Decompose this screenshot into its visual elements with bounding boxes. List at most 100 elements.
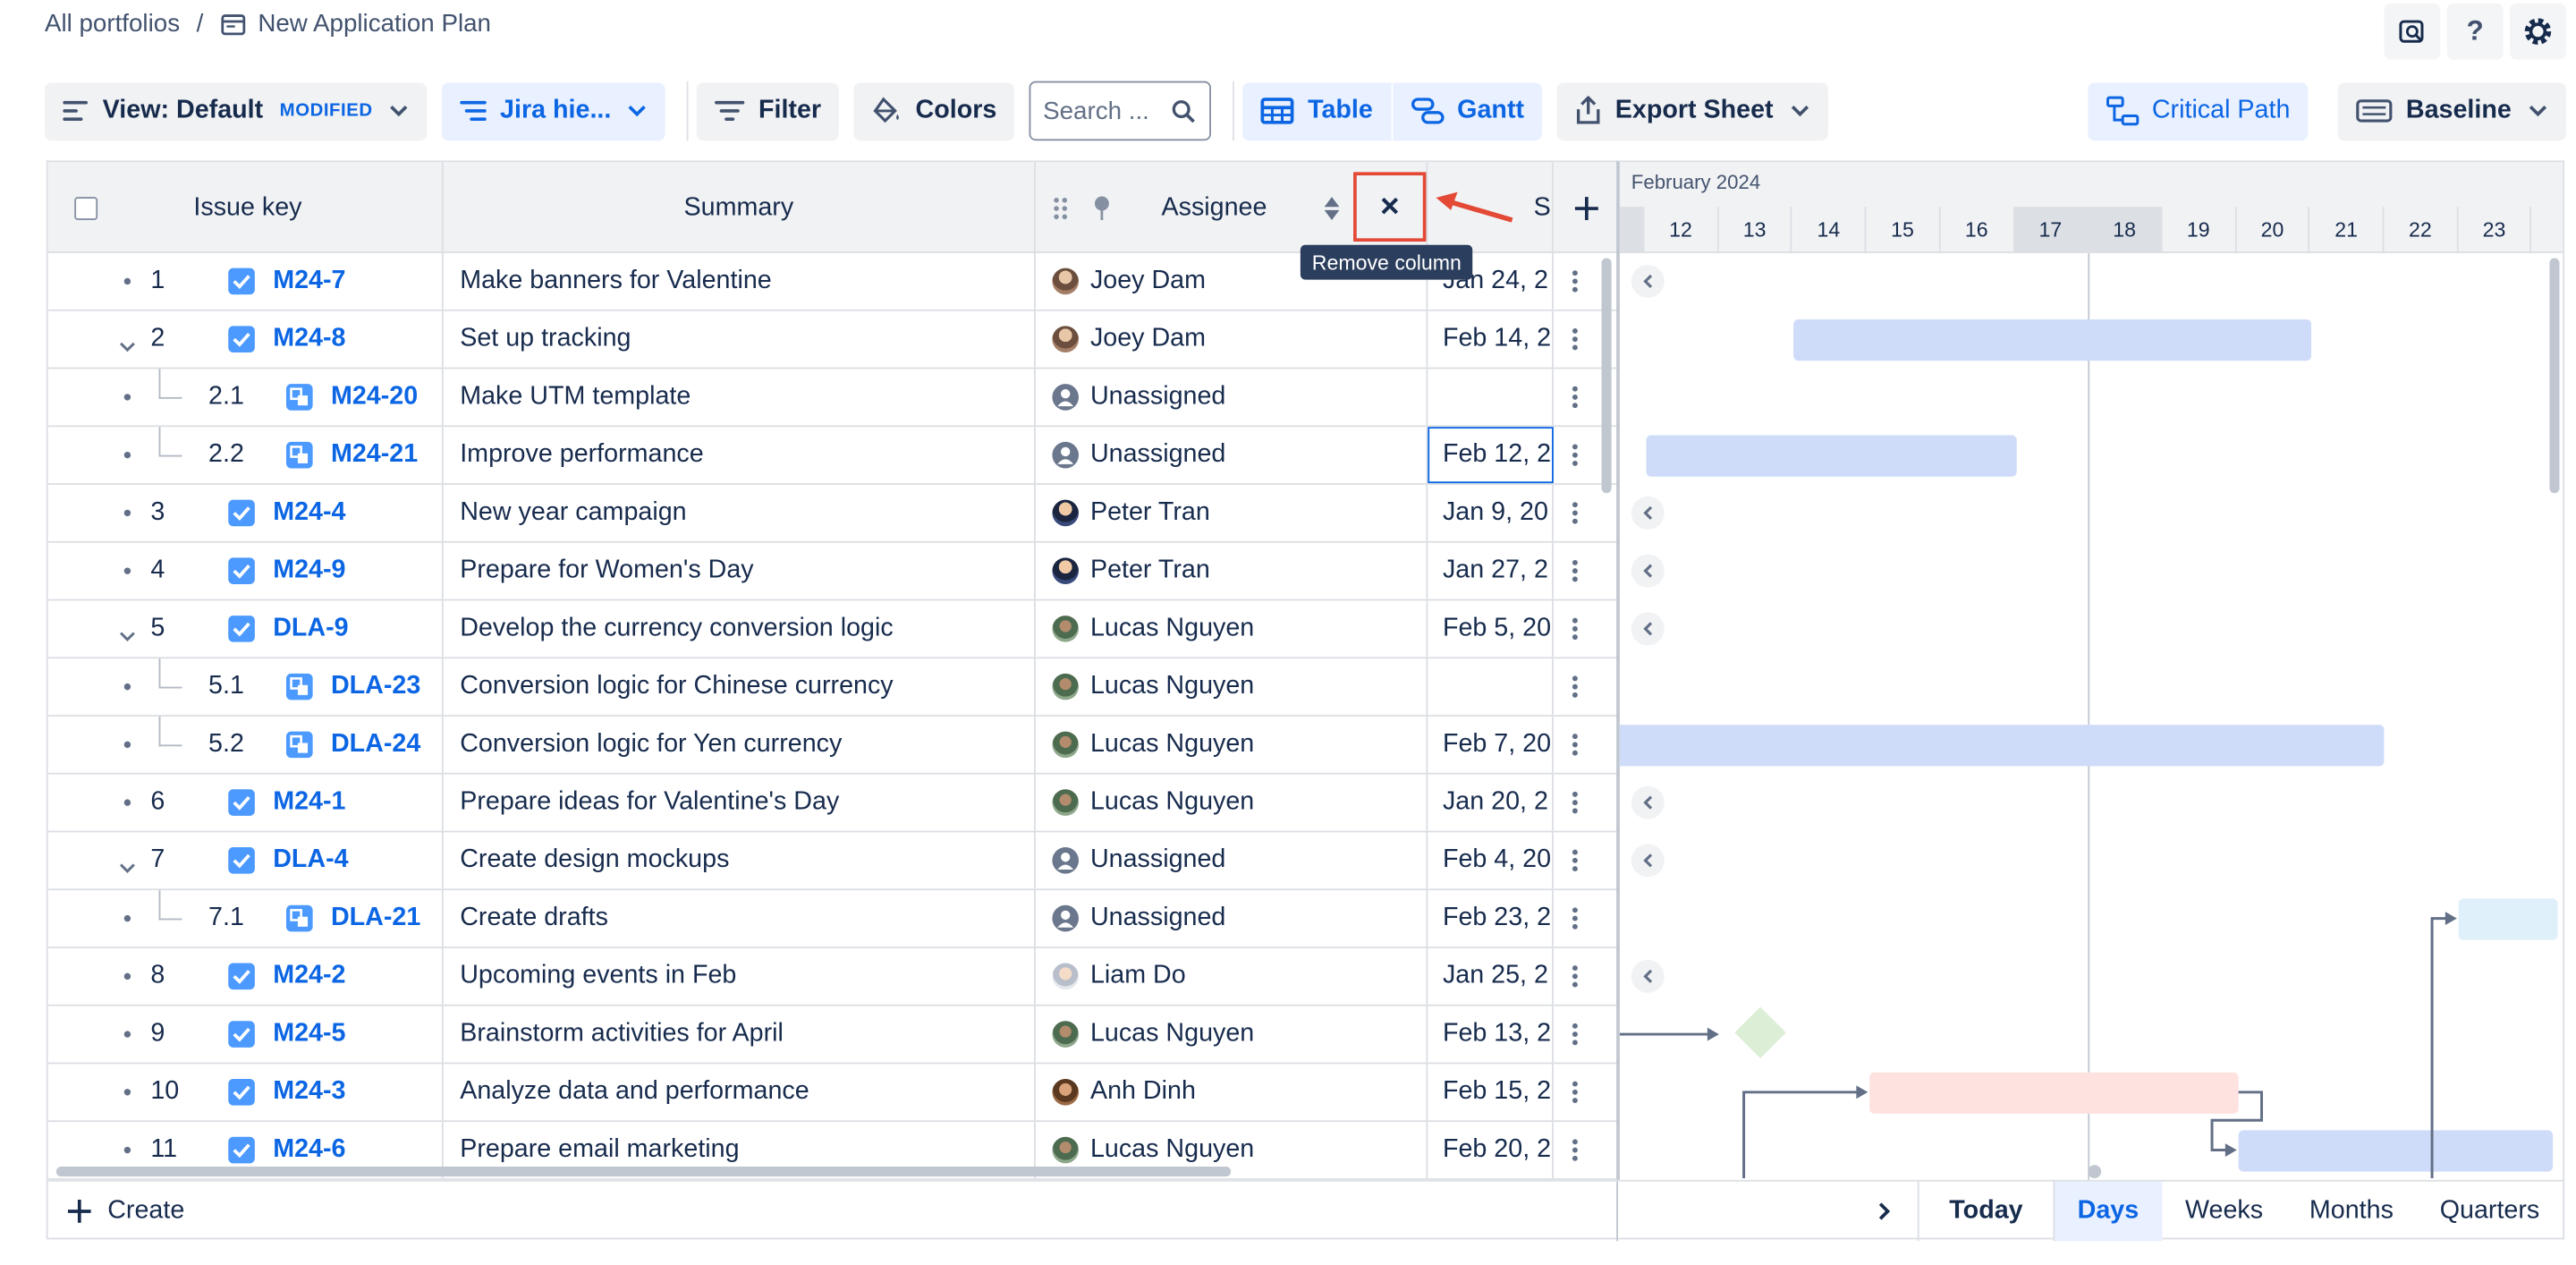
- assignee-cell[interactable]: Lucas Nguyen: [1036, 600, 1428, 658]
- start-date-cell[interactable]: Jan 27, 2: [1428, 542, 1554, 599]
- table-row[interactable]: 7 DLA-4 Create design mockups Unassigned Feb…: [47, 832, 1619, 891]
- issue-key-link[interactable]: DLA-21: [331, 904, 420, 933]
- issue-key-link[interactable]: DLA-4: [273, 845, 348, 875]
- row-menu-icon[interactable]: [1554, 775, 1597, 831]
- issue-key-link[interactable]: M24-21: [331, 440, 418, 470]
- row-menu-icon[interactable]: [1554, 1006, 1597, 1063]
- summary-cell[interactable]: Conversion logic for Chinese currency: [444, 658, 1036, 716]
- issue-key-link[interactable]: DLA-9: [273, 614, 348, 643]
- assignee-cell[interactable]: Liam Do: [1036, 947, 1428, 1005]
- summary-header[interactable]: Summary: [444, 162, 1036, 254]
- summary-cell[interactable]: Create drafts: [444, 890, 1036, 947]
- expand-chevron-icon[interactable]: [119, 622, 135, 642]
- row-menu-icon[interactable]: [1554, 311, 1597, 368]
- start-date-cell[interactable]: Feb 13, 2: [1428, 1006, 1554, 1063]
- export-sheet-button[interactable]: Export Sheet: [1557, 81, 1828, 140]
- start-date-cell[interactable]: Jan 20, 2: [1428, 774, 1554, 831]
- assignee-cell[interactable]: Lucas Nguyen: [1036, 774, 1428, 831]
- gantt-mode-button[interactable]: Gantt: [1391, 81, 1542, 140]
- table-row[interactable]: 8 M24-2 Upcoming events in Feb Liam Do Jan 2…: [47, 947, 1619, 1006]
- zoom-months[interactable]: Months: [2286, 1182, 2417, 1242]
- summary-cell[interactable]: Make UTM template: [444, 369, 1036, 426]
- zoom-days[interactable]: Days: [2052, 1181, 2163, 1242]
- start-date-cell[interactable]: Feb 15, 2: [1428, 1064, 1554, 1121]
- summary-cell[interactable]: Brainstorm activities for April: [444, 1006, 1036, 1063]
- assignee-cell[interactable]: Lucas Nguyen: [1036, 658, 1428, 716]
- row-menu-icon[interactable]: [1554, 485, 1597, 541]
- issue-key-link[interactable]: M24-5: [273, 1019, 345, 1049]
- issue-key-link[interactable]: M24-6: [273, 1135, 345, 1165]
- summary-cell[interactable]: Make banners for Valentine: [444, 253, 1036, 310]
- breadcrumb-all-portfolios[interactable]: All portfolios: [45, 10, 180, 38]
- table-row[interactable]: 10 M24-3 Analyze data and performance Anh D…: [47, 1064, 1619, 1123]
- summary-cell[interactable]: Develop the currency conversion logic: [444, 600, 1036, 658]
- pin-icon[interactable]: [1092, 194, 1112, 221]
- gantt-horizontal-scroll-thumb[interactable]: [2088, 1165, 2102, 1178]
- start-date-cell[interactable]: [1428, 658, 1554, 716]
- start-date-cell[interactable]: Jan 25, 2: [1428, 947, 1554, 1005]
- row-menu-icon[interactable]: [1554, 427, 1597, 483]
- gantt-vertical-scrollbar[interactable]: [2549, 258, 2560, 494]
- assignee-cell[interactable]: Anh Dinh: [1036, 1064, 1428, 1121]
- table-row[interactable]: 2.1 M24-20 Make UTM template Unassigned: [47, 369, 1619, 428]
- row-menu-icon[interactable]: [1554, 253, 1597, 310]
- assignee-cell[interactable]: Peter Tran: [1036, 484, 1428, 541]
- assignee-cell[interactable]: Unassigned: [1036, 832, 1428, 889]
- filter-button[interactable]: Filter: [697, 81, 840, 140]
- issue-key-link[interactable]: M24-8: [273, 325, 345, 354]
- table-row[interactable]: 9 M24-5 Brainstorm activities for April Luc…: [47, 1006, 1619, 1065]
- start-date-cell[interactable]: [1428, 369, 1554, 426]
- critical-path-button[interactable]: Critical Path: [2087, 81, 2309, 140]
- table-row[interactable]: 5.1 DLA-23 Conversion logic for Chinese cu…: [47, 658, 1619, 717]
- start-date-cell[interactable]: Jan 9, 20: [1428, 484, 1554, 541]
- search-icon[interactable]: [1172, 98, 1197, 123]
- summary-cell[interactable]: Set up tracking: [444, 310, 1036, 368]
- summary-cell[interactable]: Upcoming events in Feb: [444, 947, 1036, 1005]
- row-menu-icon[interactable]: [1554, 890, 1597, 947]
- hierarchy-button[interactable]: Jira hie...: [442, 81, 666, 140]
- zoom-quarters[interactable]: Quarters: [2417, 1182, 2563, 1242]
- table-row[interactable]: 4 M24-9 Prepare for Women's Day Peter Tran J…: [47, 542, 1619, 601]
- table-row[interactable]: 5 DLA-9 Develop the currency conversion lo…: [47, 600, 1619, 659]
- start-date-cell[interactable]: Feb 4, 20: [1428, 832, 1554, 889]
- table-row[interactable]: 5.2 DLA-24 Conversion logic for Yen curren…: [47, 716, 1619, 775]
- issue-key-link[interactable]: DLA-23: [331, 672, 420, 701]
- sort-icon[interactable]: [1323, 194, 1339, 221]
- search-input[interactable]: [1043, 97, 1165, 125]
- assignee-cell[interactable]: Joey Dam: [1036, 310, 1428, 368]
- table-row[interactable]: 6 M24-1 Prepare ideas for Valentine's Day L…: [47, 774, 1619, 833]
- issue-key-link[interactable]: M24-3: [273, 1077, 345, 1107]
- view-button[interactable]: View: Default MODIFIED: [44, 81, 428, 140]
- row-menu-icon[interactable]: [1554, 543, 1597, 599]
- grid-vertical-scrollbar[interactable]: [1601, 258, 1612, 494]
- summary-cell[interactable]: Conversion logic for Yen currency: [444, 716, 1036, 773]
- expand-chevron-icon[interactable]: [119, 333, 135, 352]
- table-row[interactable]: 3 M24-4 New year campaign Peter Tran Jan 9, …: [47, 484, 1619, 543]
- assignee-cell[interactable]: Unassigned: [1036, 890, 1428, 947]
- assignee-cell[interactable]: Unassigned: [1036, 427, 1428, 484]
- start-date-cell[interactable]: Feb 14, 2: [1428, 310, 1554, 368]
- summary-cell[interactable]: Prepare for Women's Day: [444, 542, 1036, 599]
- row-menu-icon[interactable]: [1554, 1122, 1597, 1178]
- issue-key-link[interactable]: M24-7: [273, 267, 345, 296]
- today-button[interactable]: Today: [1918, 1181, 2053, 1242]
- table-row[interactable]: 2 M24-8 Set up tracking Joey Dam Feb 14, 2: [47, 310, 1619, 369]
- row-menu-icon[interactable]: [1554, 948, 1597, 1005]
- summary-cell[interactable]: Create design mockups: [444, 832, 1036, 889]
- start-date-cell[interactable]: Feb 20, 2: [1428, 1122, 1554, 1178]
- gantt-scroll-right-button[interactable]: [1852, 1182, 1918, 1242]
- issue-key-link[interactable]: M24-4: [273, 498, 345, 528]
- help-icon[interactable]: ?: [2446, 3, 2504, 60]
- colors-button[interactable]: Colors: [854, 81, 1015, 140]
- summary-cell[interactable]: Analyze data and performance: [444, 1064, 1036, 1121]
- summary-cell[interactable]: New year campaign: [444, 484, 1036, 541]
- issue-key-link[interactable]: M24-2: [273, 962, 345, 991]
- row-menu-icon[interactable]: [1554, 717, 1597, 773]
- baseline-button[interactable]: Baseline: [2338, 81, 2566, 140]
- row-menu-icon[interactable]: [1554, 1064, 1597, 1120]
- feedback-icon[interactable]: [2384, 3, 2441, 60]
- start-date-cell[interactable]: Feb 23, 2: [1428, 890, 1554, 947]
- breadcrumb-current-plan[interactable]: New Application Plan: [258, 10, 491, 38]
- row-menu-icon[interactable]: [1554, 369, 1597, 425]
- settings-gear-icon[interactable]: [2509, 3, 2566, 60]
